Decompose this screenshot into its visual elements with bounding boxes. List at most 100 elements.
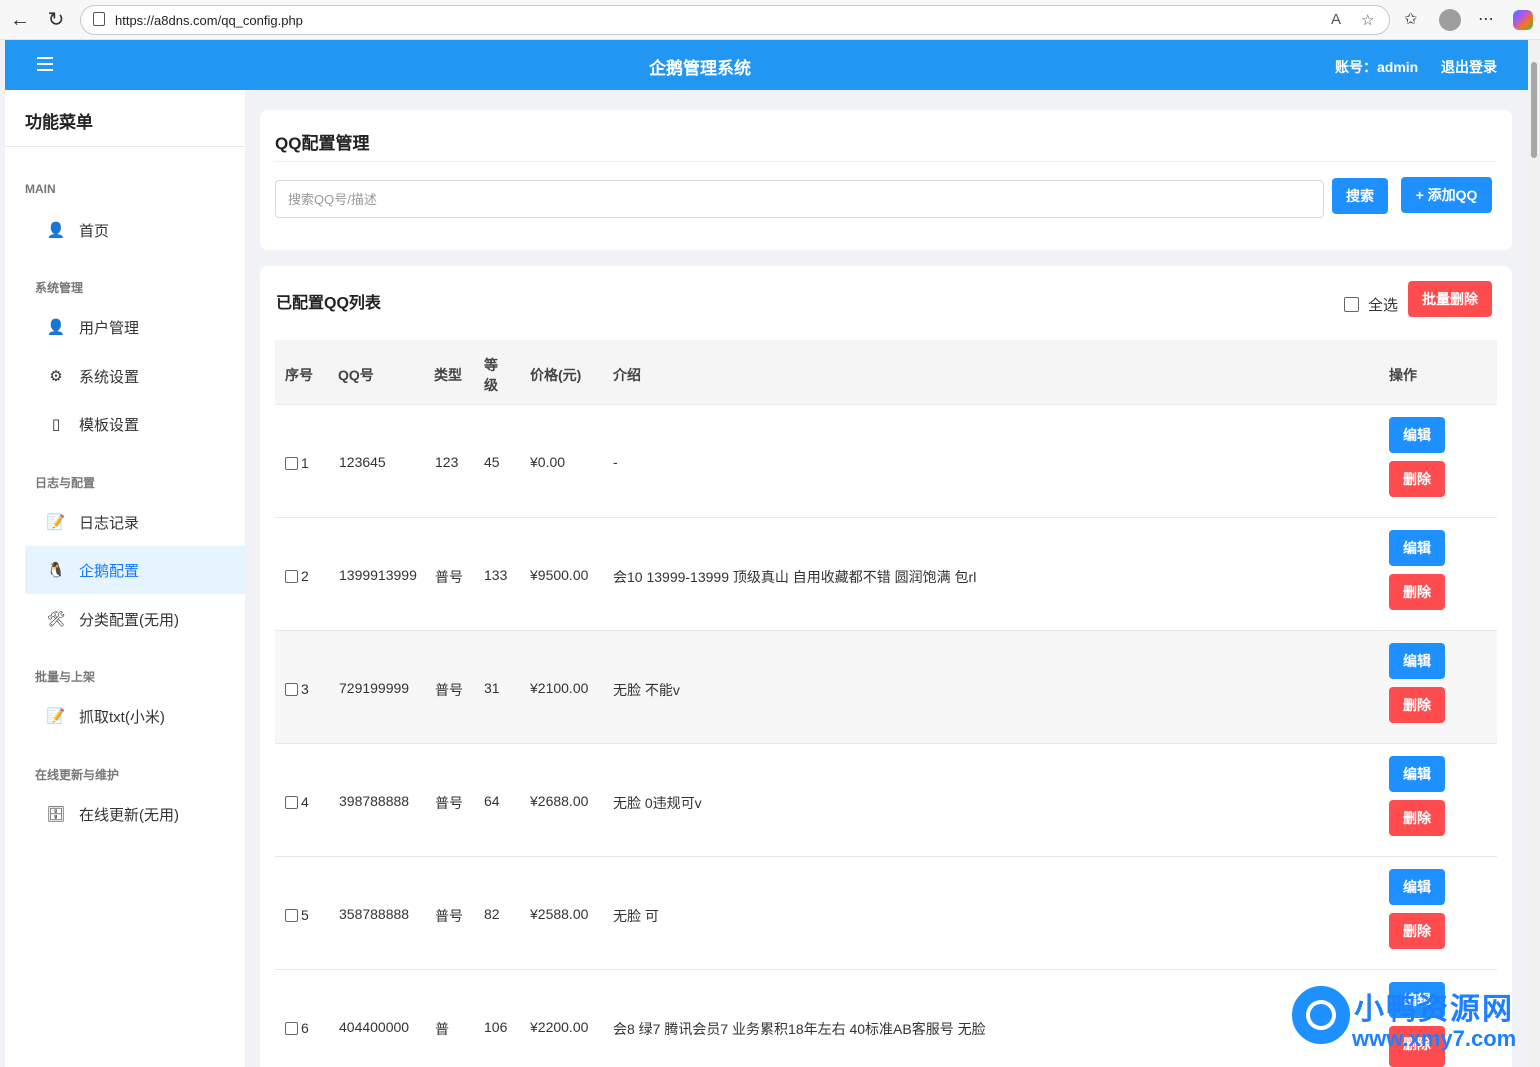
sidebar-item-settings[interactable]: ⚙ 系统设置 [25,352,245,400]
row-qq: 729199999 [339,680,410,696]
row-qq: 358788888 [339,906,410,922]
table-row: 4 398788888 普号 64 ¥2688.00 无脸 0违规可v 编辑 删… [275,744,1497,857]
row-checkbox[interactable] [285,1021,298,1035]
app-header: 企鹅管理系统 账号：admin 退出登录 [5,40,1528,90]
sidebar: 功能菜单 MAIN 👤 首页 系统管理 👤 用户管理 ⚙ 系统设置 ▯ 模板设置… [5,90,245,1067]
row-qq: 404400000 [339,1019,410,1035]
sidebar-item-online-update[interactable]: 🗄 在线更新(无用) [25,790,245,838]
row-qq: 398788888 [339,793,410,809]
penguin-icon: 🐧 [46,562,66,579]
page-title: QQ配置管理 [275,134,370,153]
row-index: 3 [301,681,309,697]
row-type: 普号 [435,908,463,924]
row-type: 普号 [435,795,463,811]
read-aloud-icon[interactable]: A [1331,11,1341,28]
browser-toolbar: ← ↻ https://a8dns.com/qq_config.php A ☆ … [0,0,1540,40]
row-checkbox[interactable] [285,795,298,809]
table-row: 5 358788888 普号 82 ¥2588.00 无脸 可 编辑 删除 [275,857,1497,970]
delete-button[interactable]: 删除 [1389,913,1445,949]
edit-button[interactable]: 编辑 [1389,869,1445,905]
sidebar-item-template[interactable]: ▯ 模板设置 [25,400,245,448]
row-checkbox[interactable] [285,569,298,583]
cabinet-icon: 🗄 [46,806,66,823]
edit-button[interactable]: 编辑 [1389,756,1445,792]
qq-config-card: QQ配置管理 搜索 + 添加QQ [260,110,1512,250]
profile-avatar[interactable] [1439,9,1461,31]
row-desc: 无脸 0违规可v [613,795,702,811]
user-icon: 👤 [46,222,66,239]
delete-button[interactable]: 删除 [1389,687,1445,723]
row-price: ¥2688.00 [530,793,589,809]
edit-button[interactable]: 编辑 [1389,417,1445,453]
row-qq: 123645 [339,454,386,470]
edit-button[interactable]: 编辑 [1389,643,1445,679]
col-type: 类型 [434,367,462,383]
sidebar-item-home[interactable]: 👤 首页 [25,206,245,254]
delete-button[interactable]: 删除 [1389,800,1445,836]
sidebar-title: 功能菜单 [25,113,93,132]
table-header: 序号 QQ号 类型 等 级 价格(元) 介绍 操作 [275,340,1497,405]
row-price: ¥2588.00 [530,906,589,922]
sidebar-item-penguin-config[interactable]: 🐧 企鹅配置 [25,546,245,594]
sidebar-item-users[interactable]: 👤 用户管理 [25,303,245,351]
row-index: 2 [301,568,309,584]
sidebar-item-label: 在线更新(无用) [79,806,179,824]
lock-icon [93,12,105,26]
edit-button[interactable]: 编辑 [1389,530,1445,566]
more-icon[interactable]: ⋯ [1478,9,1494,29]
batch-delete-button[interactable]: 批量删除 [1408,281,1492,317]
row-checkbox[interactable] [285,456,298,470]
watermark-url: www.xmy7.com [1352,1026,1517,1051]
sidebar-item-category[interactable]: 🛠 分类配置(无用) [25,595,245,643]
row-desc: 会8 绿7 腾讯会员7 业务累积18年左右 40标准AB客服号 无脸 [613,1021,986,1037]
memo-icon: 📝 [46,708,66,725]
back-icon[interactable]: ← [8,8,32,32]
sidebar-item-fetch-txt[interactable]: 📝 抓取txt(小米) [25,692,245,740]
col-price: 价格(元) [530,367,582,383]
select-all-checkbox[interactable] [1344,297,1359,312]
sidebar-item-label: 首页 [79,222,110,240]
row-select[interactable]: 5 [285,907,309,923]
search-button[interactable]: 搜索 [1332,178,1388,214]
row-select[interactable]: 4 [285,794,309,810]
row-type: 123 [435,454,459,470]
row-select[interactable]: 2 [285,568,309,584]
sidebar-item-label: 模板设置 [79,416,140,434]
row-desc: - [613,454,618,470]
template-icon: ▯ [51,416,61,433]
row-select[interactable]: 6 [285,1020,309,1036]
sidebar-item-label: 分类配置(无用) [79,611,179,629]
account-label: 账号：admin [1335,59,1419,75]
copilot-icon[interactable] [1513,10,1533,30]
row-select[interactable]: 3 [285,681,309,697]
select-all[interactable]: 全选 [1344,294,1398,315]
address-bar[interactable]: https://a8dns.com/qq_config.php A ☆ [80,5,1390,35]
delete-button[interactable]: 删除 [1389,461,1445,497]
row-index: 1 [301,455,309,471]
search-input[interactable] [275,180,1324,218]
gear-icon: ⚙ [49,368,63,385]
reload-icon[interactable]: ↻ [44,8,68,32]
row-checkbox[interactable] [285,908,298,922]
row-level: 106 [484,1019,508,1035]
sidebar-section-main: MAIN [25,182,56,196]
sidebar-item-label: 企鹅配置 [79,562,140,580]
row-level: 64 [484,793,500,809]
delete-button[interactable]: 删除 [1389,574,1445,610]
url-text[interactable]: https://a8dns.com/qq_config.php [115,13,303,28]
logout-link[interactable]: 退出登录 [1441,57,1497,77]
sidebar-item-logs[interactable]: 📝 日志记录 [25,498,245,546]
col-qq: QQ号 [338,367,374,383]
scroll-thumb[interactable] [1531,62,1537,158]
row-price: ¥2200.00 [530,1019,589,1035]
watermark: 小鸭资源网 www.xmy7.com [1288,982,1538,1067]
row-qq: 1399913999 [339,567,417,583]
sidebar-item-label: 日志记录 [79,514,140,532]
page-scrollbar[interactable] [1528,40,1540,1067]
row-checkbox[interactable] [285,682,298,696]
row-select[interactable]: 1 [285,455,309,471]
favorite-star-icon[interactable]: ☆ [1361,11,1374,29]
row-level: 31 [484,680,500,696]
favorites-icon[interactable]: ✩ [1404,9,1417,29]
add-qq-button[interactable]: + 添加QQ [1401,177,1492,213]
